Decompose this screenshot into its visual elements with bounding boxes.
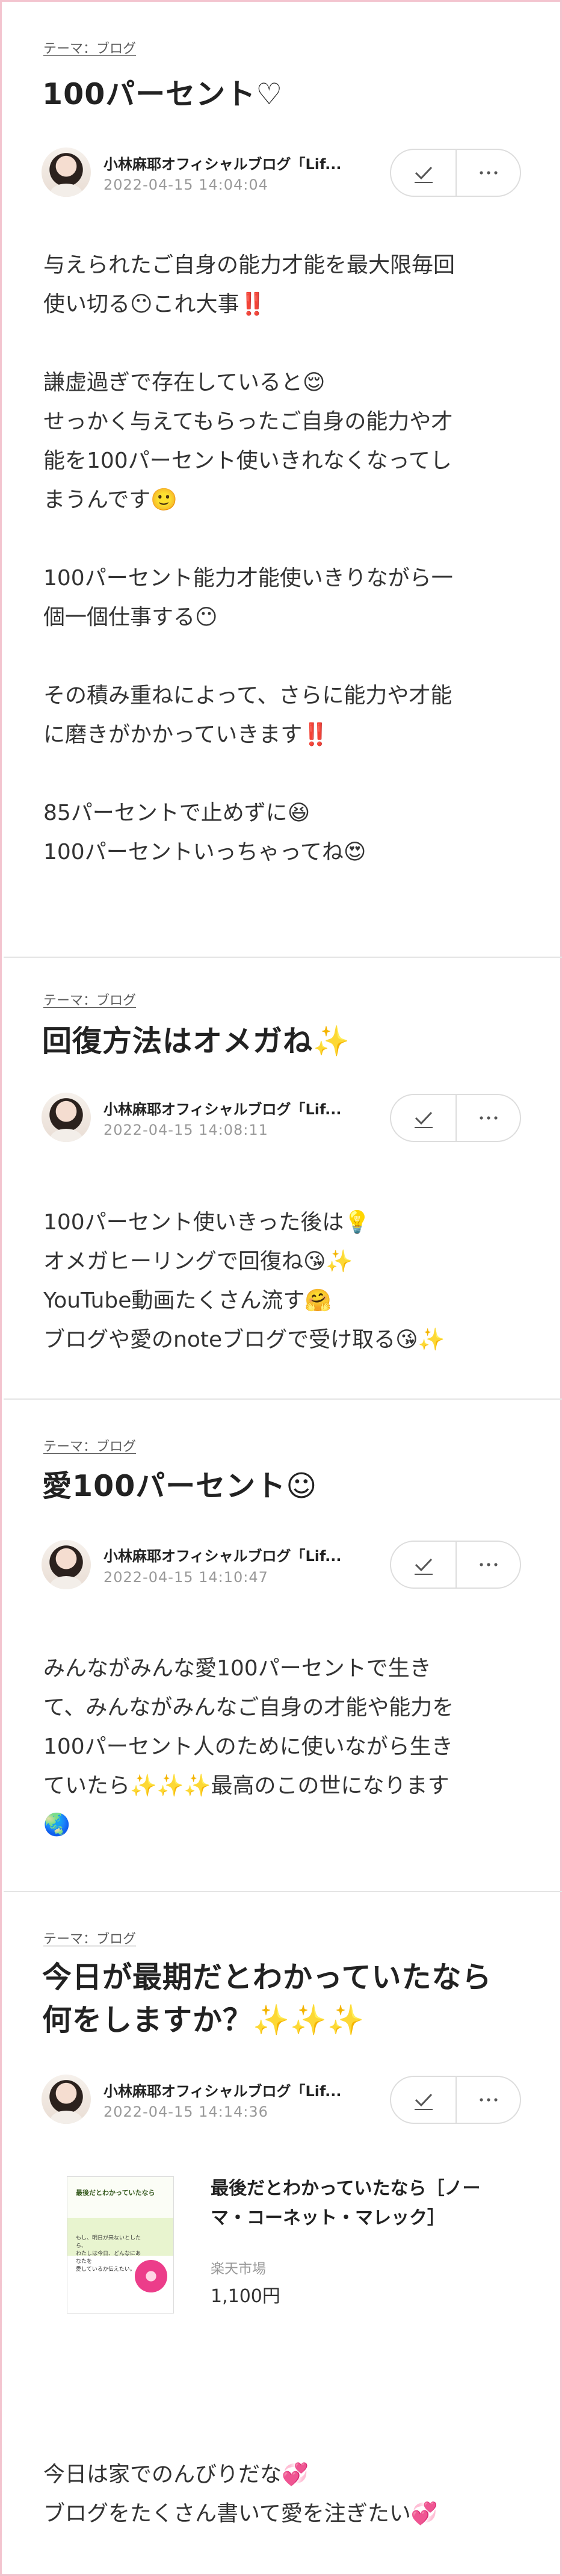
more-button[interactable] [455,1542,520,1587]
post-actions [390,149,521,197]
author-avatar[interactable] [42,147,91,197]
theme-link[interactable]: テーマ：ブログ [43,1436,136,1455]
theme-link[interactable]: テーマ：ブログ [43,990,136,1009]
book-cover-title: 最後だとわかっていたなら [76,2189,155,2197]
more-button[interactable] [455,1095,520,1141]
like-button[interactable] [391,2077,455,2123]
author-name[interactable]: 小林麻耶オフィシャルブログ「Lif... [103,2079,368,2100]
author-name[interactable]: 小林麻耶オフィシャルブログ「Lif... [103,1097,368,1119]
post-actions [390,1541,521,1589]
author-name[interactable]: 小林麻耶オフィシャルブログ「Lif... [103,1544,368,1565]
post-paragraph: 与えられたご自身の能力才能を最大限毎回 使い切る😶これ大事‼️ [43,253,455,317]
blog-feed: テーマ：ブログ 100パーセント♡ 小林麻耶オフィシャルブログ「Lif... 2… [0,0,562,2576]
post-paragraph: 今日は家でのんびりだな💞 ブログをたくさん書いて愛を注ぎたい💞 [43,2462,438,2526]
theme-link[interactable]: テーマ：ブログ [43,38,136,57]
post-paragraph: 100パーセント使いきった後は💡 オメガヒーリングで回復ね😘✨ YouTube動… [43,1210,445,1352]
post-body: 100パーセント使いきった後は💡 オメガヒーリングで回復ね😘✨ YouTube動… [43,1203,525,1359]
product-title[interactable]: 最後だとわかっていたなら［ノーマ・コーネット・マレック］ [211,2174,511,2233]
post-divider [4,1891,562,1892]
like-button[interactable] [391,150,455,196]
author-name[interactable]: 小林麻耶オフィシャルブログ「Lif... [103,152,368,173]
like-button[interactable] [391,1095,455,1141]
more-dots-icon [479,2098,498,2102]
post-title[interactable]: 愛100パーセント☺︎ [42,1465,511,1507]
post-date: 2022-04-15 14:10:47 [103,1569,268,1586]
post-title[interactable]: 今日が最期だとわかっていたなら何をしますか？✨✨✨ [42,1956,511,2041]
post-divider [4,957,562,958]
product-shop: 楽天市場 [211,2261,266,2277]
post-paragraph: 85パーセントで止めずに😆 100パーセントいっちゃってね😍 [43,801,366,864]
author-avatar[interactable] [42,2075,91,2124]
check-icon [414,2093,433,2110]
check-icon [414,1558,433,1575]
post-paragraph: その積み重ねによって、さらに能力や才能 に磨きがかかっていきます‼️ [43,683,452,747]
theme-link[interactable]: テーマ：ブログ [43,1928,136,1948]
check-icon [414,1111,433,1128]
product-card[interactable]: 最後だとわかっていたなら もし、明日が来ないとしたら、 わたしは今日、どんなにあ… [47,2169,522,2326]
post-divider [4,1398,562,1400]
post-body: みんながみんな愛100パーセントで生き て、みんながみんなご自身の才能や能力を … [43,1649,525,1845]
post-actions [390,1094,521,1142]
post-title[interactable]: 100パーセント♡ [42,73,511,116]
post-date: 2022-04-15 14:14:36 [103,2103,268,2120]
more-dots-icon [479,1563,498,1566]
post-paragraph: みんながみんな愛100パーセントで生き て、みんながみんなご自身の才能や能力を … [43,1656,454,1837]
post-date: 2022-04-15 14:04:04 [103,176,268,193]
book-cover-text: もし、明日が来ないとしたら、 わたしは今日、どんなにあなたを 愛しているか伝えた… [76,2235,141,2273]
more-button[interactable] [455,2077,520,2123]
post-paragraph: 謙虚過ぎで存在していると😌 せっかく与えてもらったご自身の能力や才 能を100パ… [43,370,453,512]
flower-image [135,2260,167,2292]
book-cover[interactable]: 最後だとわかっていたなら もし、明日が来ないとしたら、 わたしは今日、どんなにあ… [67,2176,174,2314]
product-price: 1,100円 [211,2286,280,2307]
post-body: 今日は家でのんびりだな💞 ブログをたくさん書いて愛を注ぎたい💞 [43,2455,525,2533]
check-icon [414,166,433,183]
like-button[interactable] [391,1542,455,1587]
more-button[interactable] [455,150,520,196]
post-actions [390,2076,521,2124]
post-paragraph: 100パーセント能力才能使いきりながら一 個一個仕事する😶 [43,566,453,630]
more-dots-icon [479,1116,498,1120]
post-body: 与えられたご自身の能力才能を最大限毎回 使い切る😶これ大事‼️ 謙虚過ぎで存在し… [43,246,525,872]
post-title[interactable]: 回復方法はオメガね✨ [42,1020,511,1063]
post-date: 2022-04-15 14:08:11 [103,1122,268,1138]
more-dots-icon [479,171,498,175]
author-avatar[interactable] [42,1093,91,1142]
author-avatar[interactable] [42,1540,91,1589]
